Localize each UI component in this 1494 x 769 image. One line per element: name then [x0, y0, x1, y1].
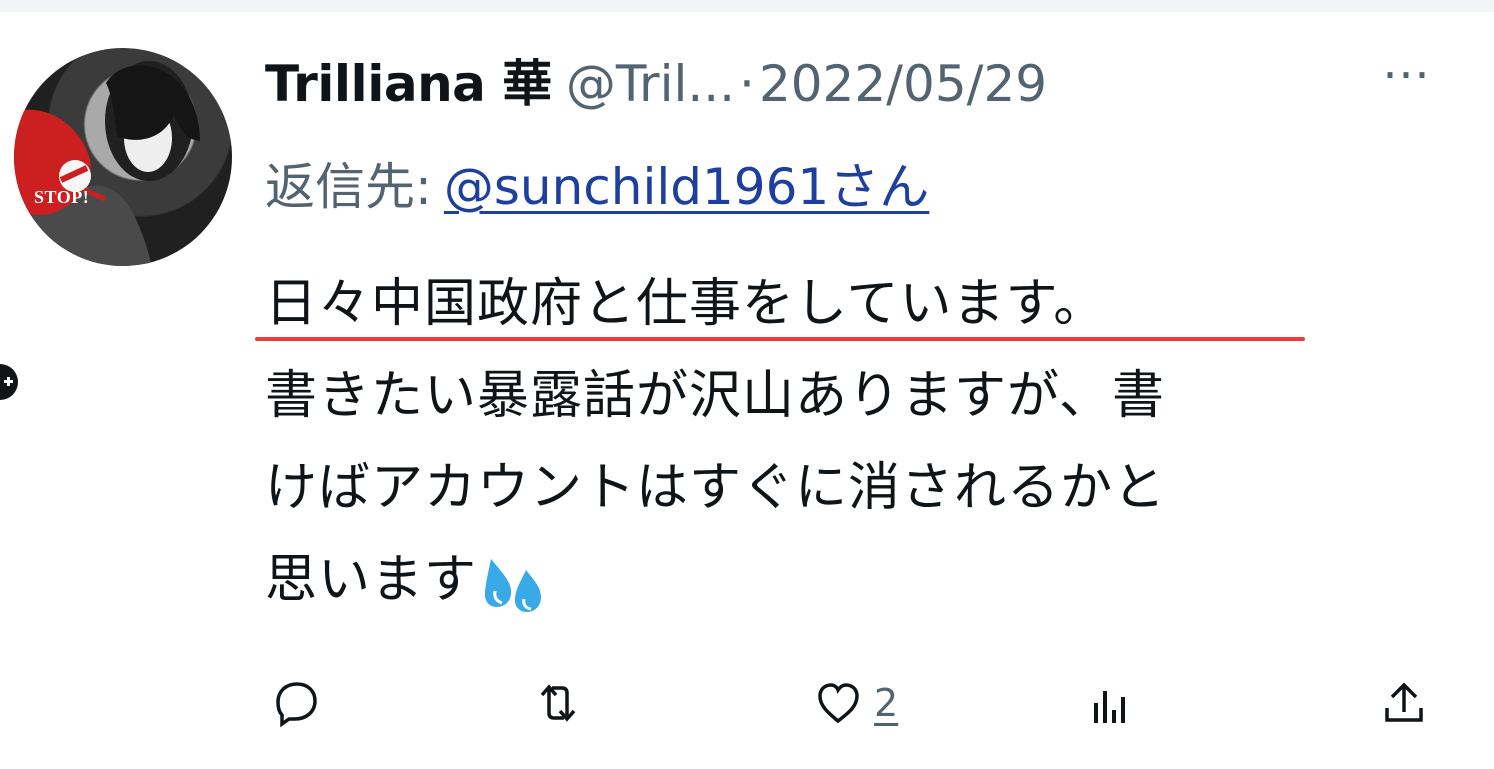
- reply-mention-link[interactable]: @sunchild1961さん: [444, 158, 929, 216]
- tweet-text: 日々中国政府と仕事をしています。 書きたい暴露話が沢山ありますが、書 けばアカウ…: [265, 258, 1455, 626]
- share-icon: [1385, 682, 1423, 722]
- avatar[interactable]: STOP!: [14, 48, 232, 266]
- avatar-badge-text: STOP!: [34, 187, 90, 207]
- more-options-icon[interactable]: ⋯: [1382, 46, 1434, 102]
- tweet-line-2: 書きたい暴露話が沢山ありますが、書: [265, 366, 1165, 426]
- reply-context: 返信先: @sunchild1961さん: [265, 150, 929, 224]
- views-icon: [1094, 691, 1125, 723]
- tweet-line-4: 思います: [265, 550, 478, 610]
- reply-icon: [276, 682, 317, 728]
- author-handle[interactable]: @Tril...: [566, 55, 735, 113]
- views-button[interactable]: [1085, 668, 1137, 738]
- like-count: 2: [874, 681, 899, 725]
- date-separator: ·: [739, 55, 755, 113]
- share-button[interactable]: [1378, 668, 1430, 738]
- like-button[interactable]: 2: [812, 668, 898, 738]
- retweet-icon: [540, 684, 576, 722]
- top-divider: [0, 0, 1494, 12]
- tweet-line-3: けばアカウントはすぐに消されるかと: [265, 458, 1167, 518]
- tweet-line-1: 日々中国政府と仕事をしています。: [265, 274, 1107, 334]
- retweet-button[interactable]: [532, 668, 584, 738]
- heart-icon: [818, 683, 859, 724]
- tweet-actions: 2: [270, 668, 1446, 738]
- reply-button[interactable]: [270, 668, 322, 738]
- reply-label: 返信先:: [265, 158, 432, 216]
- tweet-header: Trilliana 華 @Tril...·2022/05/29: [265, 44, 1465, 124]
- expand-control-icon[interactable]: [0, 364, 18, 400]
- sweat-droplets-emoji: [484, 559, 542, 612]
- author-name[interactable]: Trilliana 華: [265, 55, 552, 113]
- tweet-date[interactable]: 2022/05/29: [759, 55, 1047, 113]
